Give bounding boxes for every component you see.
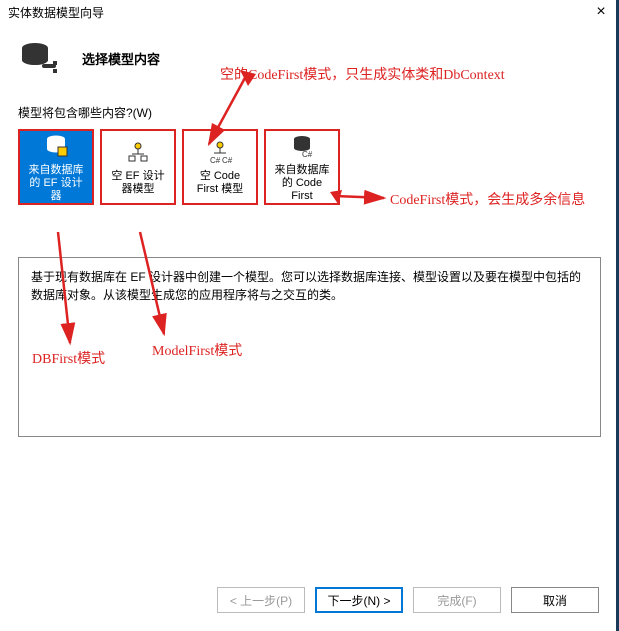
option-label: 空 EF 设计器模型 (106, 170, 170, 196)
option-empty-code-first[interactable]: C#C# 空 Code First 模型 (182, 129, 258, 205)
option-code-first-from-db[interactable]: C# 来自数据库的 Code First (264, 129, 340, 205)
cancel-button[interactable]: 取消 (511, 587, 599, 613)
titlebar: 实体数据模型向导 × (0, 0, 619, 24)
database-codefirst-icon: C# (288, 132, 316, 160)
option-label: 空 Code First 模型 (188, 170, 252, 196)
database-designer-icon (42, 132, 70, 160)
codefirst-empty-icon: C#C# (206, 138, 234, 166)
option-label: 来自数据库的 Code First (270, 164, 334, 203)
close-icon[interactable]: × (591, 2, 611, 22)
svg-text:C#: C# (222, 156, 233, 165)
wizard-footer: < 上一步(P) 下一步(N) > 完成(F) 取消 (217, 587, 599, 613)
option-label: 来自数据库的 EF 设计器 (24, 164, 88, 203)
question-label: 模型将包含哪些内容?(W) (0, 104, 619, 125)
designer-empty-icon (124, 138, 152, 166)
svg-text:C#: C# (210, 156, 221, 165)
description-text: 基于现有数据库在 EF 设计器中创建一个模型。您可以选择数据库连接、模型设置以及… (31, 270, 581, 302)
description-box: 基于现有数据库在 EF 设计器中创建一个模型。您可以选择数据库连接、模型设置以及… (18, 257, 601, 437)
model-options-row: 来自数据库的 EF 设计器 空 EF 设计器模型 C#C# 空 Code Fir… (0, 125, 619, 209)
wizard-header: 选择模型内容 (0, 24, 619, 104)
next-button[interactable]: 下一步(N) > (315, 587, 403, 613)
prev-button: < 上一步(P) (217, 587, 305, 613)
option-empty-ef-designer[interactable]: 空 EF 设计器模型 (100, 129, 176, 205)
wizard-heading: 选择模型内容 (82, 49, 160, 68)
window-title: 实体数据模型向导 (8, 4, 104, 21)
database-wizard-icon (20, 38, 60, 78)
finish-button: 完成(F) (413, 587, 501, 613)
svg-text:C#: C# (302, 150, 313, 159)
option-ef-designer-from-db[interactable]: 来自数据库的 EF 设计器 (18, 129, 94, 205)
